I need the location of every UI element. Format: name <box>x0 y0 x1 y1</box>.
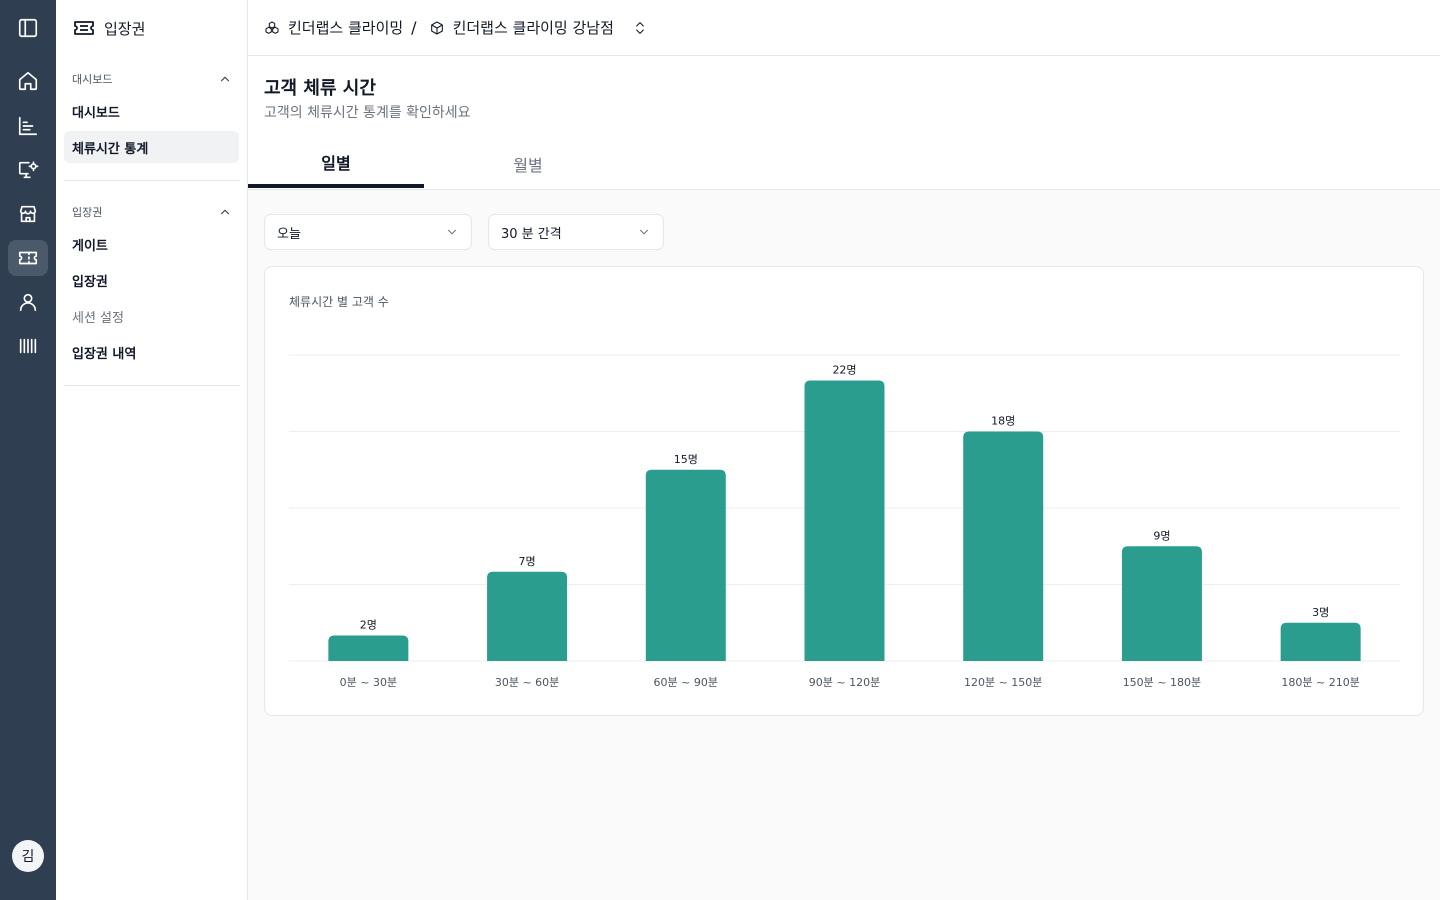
chevron-up-icon[interactable] <box>218 72 232 86</box>
top-bar: 킨더랩스 클라이밍 / 킨더랩스 클라이밍 강남점 <box>248 0 1440 56</box>
data-label: 9명 <box>1153 529 1170 542</box>
chart-bar <box>1280 622 1361 661</box>
chevron-down-icon <box>639 229 649 235</box>
data-label: 2명 <box>360 619 377 632</box>
data-label: 7명 <box>519 555 536 568</box>
app-header: 입장권 <box>72 16 145 40</box>
user-icon[interactable] <box>8 284 48 320</box>
interval-select-value: 30 분 간격 <box>501 226 562 242</box>
box-icon <box>430 20 443 35</box>
sidebar-item-session-settings[interactable]: 세션 설정 <box>64 300 239 332</box>
avatar[interactable]: 김 <box>12 840 44 872</box>
x-tick-label: 30분 ~ 60분 <box>495 676 559 689</box>
x-tick-label: 180분 ~ 210분 <box>1281 676 1359 689</box>
chevron-up-icon[interactable] <box>218 205 232 219</box>
x-tick-label: 120분 ~ 150분 <box>964 676 1042 689</box>
data-label: 3명 <box>1312 606 1329 619</box>
chart-bar <box>487 571 568 661</box>
sidebar-item-gate[interactable]: 게이트 <box>64 228 239 260</box>
breadcrumb-org[interactable]: 킨더랩스 클라이밍 <box>264 17 403 38</box>
chart-bar <box>804 380 885 661</box>
group-header-tickets[interactable]: 입장권 <box>72 203 232 221</box>
home-icon[interactable] <box>8 63 48 99</box>
x-tick-label: 60분 ~ 90분 <box>654 676 718 689</box>
ticket-icon <box>74 21 94 35</box>
group-label: 대시보드 <box>72 73 113 86</box>
barcode-icon[interactable] <box>8 328 48 364</box>
x-tick-label: 90분 ~ 120분 <box>809 676 880 689</box>
sidebar-item-dashboard[interactable]: 대시보드 <box>64 95 239 127</box>
data-label: 15명 <box>674 453 698 466</box>
chart-card: 체류시간 별 고객 수 2명 0분 ~ 30분 7명 30분 ~ 60분 15명 60분 … <box>264 266 1424 716</box>
period-select-value: 오늘 <box>277 226 301 242</box>
data-label: 22명 <box>832 364 856 377</box>
chevron-down-icon <box>447 229 457 235</box>
store-icon[interactable] <box>8 196 48 232</box>
page-header: 고객 체류 시간 고객의 체류시간 통계를 확인하세요 일별 월별 <box>248 56 1440 190</box>
page-subtitle: 고객의 체류시간 통계를 확인하세요 <box>264 105 471 121</box>
tab-monthly[interactable]: 월별 <box>440 140 616 188</box>
chart-bar <box>328 635 409 661</box>
breadcrumb-separator: / <box>411 18 417 37</box>
chart-bar <box>963 431 1044 661</box>
period-select[interactable]: 오늘 <box>264 214 472 250</box>
interval-select[interactable]: 30 분 간격 <box>488 214 664 250</box>
chart-icon[interactable] <box>8 108 48 144</box>
sidebar: 입장권 대시보드 대시보드 체류시간 통계 입장권 게이트 입장권 세션 설정 … <box>56 0 248 900</box>
branch-name: 킨더랩스 클라이밍 강남점 <box>452 19 614 37</box>
chart-bar <box>1121 546 1202 661</box>
organization-icon <box>265 20 279 34</box>
x-tick-label: 150분 ~ 180분 <box>1123 676 1201 689</box>
x-tick-label: 0분 ~ 30분 <box>340 676 397 689</box>
group-header-dashboard[interactable]: 대시보드 <box>72 70 232 88</box>
app-title: 입장권 <box>104 19 146 38</box>
org-name: 킨더랩스 클라이밍 <box>288 19 404 37</box>
page-title: 고객 체류 시간 <box>264 78 376 99</box>
group-label: 입장권 <box>72 206 103 219</box>
chevrons-up-down-icon[interactable] <box>632 20 648 36</box>
sidebar-item-ticket-history[interactable]: 입장권 내역 <box>64 336 239 368</box>
monitor-settings-icon[interactable] <box>8 152 48 188</box>
sidebar-item-stay-time-stats[interactable]: 체류시간 통계 <box>64 131 239 163</box>
divider <box>64 385 240 386</box>
icon-rail: 김 <box>0 0 56 900</box>
chart-bar <box>645 469 726 661</box>
ticket-icon[interactable] <box>8 240 48 276</box>
divider <box>64 180 240 181</box>
sidebar-item-tickets[interactable]: 입장권 <box>64 264 239 296</box>
bar-chart: 2명 0분 ~ 30분 7명 30분 ~ 60분 15명 60분 ~ 90분 22명 90분 … <box>289 354 1400 689</box>
panel-toggle-icon[interactable] <box>8 10 48 46</box>
tab-daily[interactable]: 일별 <box>248 140 424 188</box>
breadcrumb-branch[interactable]: 킨더랩스 클라이밍 강남점 <box>429 17 648 38</box>
data-label: 18명 <box>991 415 1015 428</box>
